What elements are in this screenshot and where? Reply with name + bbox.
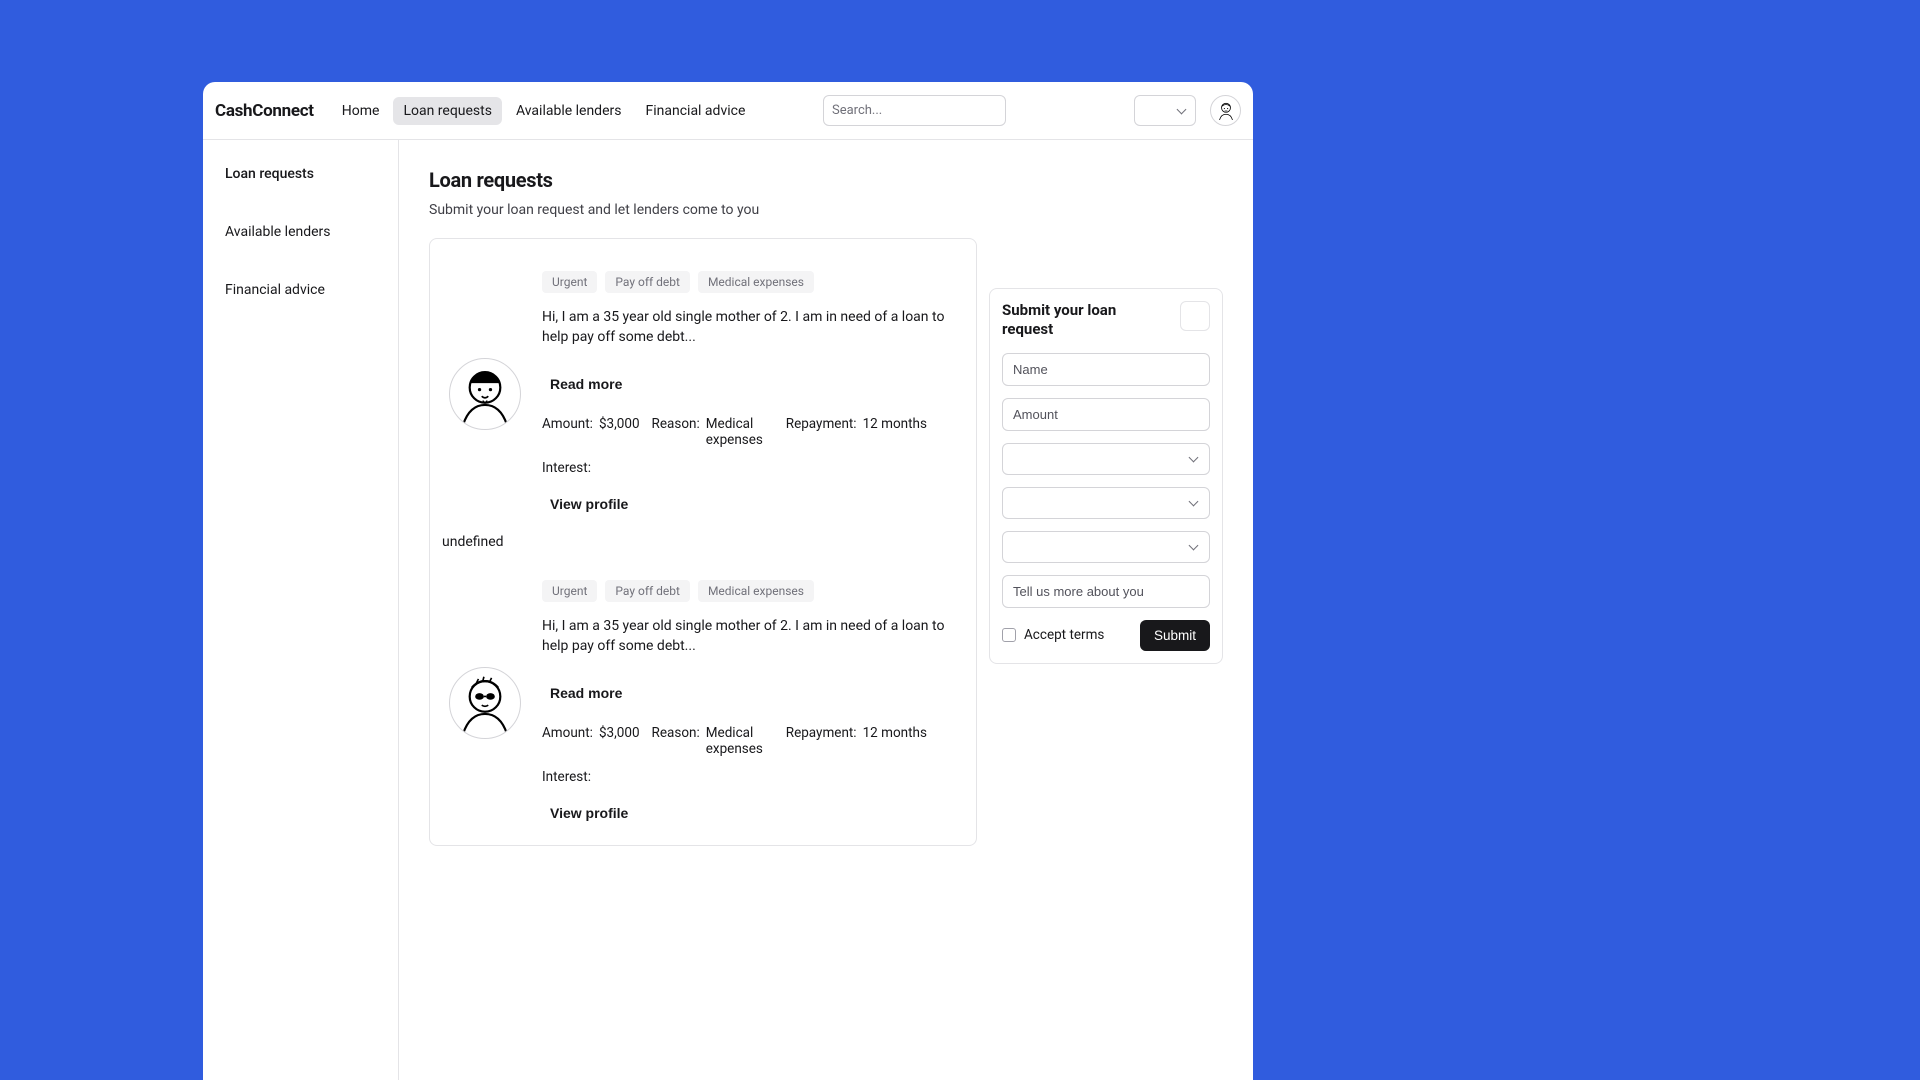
detail-repayment: Repayment: 12 months [786, 725, 927, 757]
detail-reason: Reason: Medical expenses [652, 416, 774, 448]
tag: Pay off debt [605, 580, 690, 602]
person-sunglasses-icon [450, 668, 520, 738]
nav-available-lenders[interactable]: Available lenders [506, 97, 632, 125]
details-row: Amount: $3,000 Reason: Medical expenses … [542, 725, 966, 785]
submit-button[interactable]: Submit [1140, 620, 1210, 651]
nav: Home Loan requests Available lenders Fin… [332, 97, 756, 125]
detail-value: Medical expenses [706, 725, 774, 757]
page-title: Loan requests [429, 168, 977, 192]
person-icon [450, 359, 520, 429]
content: Loan requests Submit your loan request a… [429, 168, 977, 1052]
card-text: Hi, I am a 35 year old single mother of … [542, 307, 966, 348]
detail-label: Repayment: [786, 416, 857, 448]
detail-value: 12 months [863, 725, 927, 757]
detail-interest: Interest: [542, 769, 597, 785]
detail-label: Reason: [652, 725, 700, 757]
app-window: CashConnect Home Loan requests Available… [203, 82, 1253, 1080]
view-profile-button[interactable]: View profile [542, 799, 636, 827]
details-row: Amount: $3,000 Reason: Medical expenses … [542, 416, 966, 476]
detail-value: $3,000 [599, 725, 640, 757]
sidebar-item-financial-advice[interactable]: Financial advice [225, 274, 376, 306]
detail-interest: Interest: [542, 460, 597, 476]
card-avatar [449, 667, 521, 739]
detail-label: Amount: [542, 725, 593, 757]
sidebar-item-available-lenders[interactable]: Available lenders [225, 216, 376, 248]
tag: Urgent [542, 271, 597, 293]
amount-input[interactable] [1002, 398, 1210, 431]
tag: Urgent [542, 580, 597, 602]
tag-list: Urgent Pay off debt Medical expenses [542, 271, 966, 293]
about-input[interactable] [1002, 575, 1210, 608]
form-select-1[interactable] [1002, 443, 1210, 475]
chevron-down-icon [1189, 542, 1199, 552]
logo: CashConnect [215, 101, 314, 121]
detail-label: Interest: [542, 769, 591, 785]
accept-label: Accept terms [1024, 627, 1104, 643]
tag-list: Urgent Pay off debt Medical expenses [542, 580, 966, 602]
chevron-down-icon [1189, 454, 1199, 464]
nav-home[interactable]: Home [332, 97, 390, 125]
detail-value: $3,000 [599, 416, 640, 448]
body: Loan requests Available lenders Financia… [203, 140, 1253, 1080]
panel-title: Submit your loan request [1002, 301, 1122, 339]
form-select-2[interactable] [1002, 487, 1210, 519]
detail-value: Medical expenses [706, 416, 774, 448]
nav-loan-requests[interactable]: Loan requests [393, 97, 502, 125]
sidebar-item-loan-requests[interactable]: Loan requests [225, 158, 376, 190]
search-input[interactable]: Search... [823, 95, 1006, 126]
name-input[interactable] [1002, 353, 1210, 386]
cards-container: Urgent Pay off debt Medical expenses Hi,… [429, 238, 977, 846]
header: CashConnect Home Loan requests Available… [203, 82, 1253, 140]
detail-label: Reason: [652, 416, 700, 448]
detail-label: Amount: [542, 416, 593, 448]
panel-close-button[interactable] [1180, 301, 1210, 331]
main: Loan requests Submit your loan request a… [399, 140, 1253, 1080]
detail-value: 12 months [863, 416, 927, 448]
header-dropdown[interactable] [1134, 95, 1196, 126]
checkbox-icon[interactable] [1002, 628, 1016, 642]
loan-card: Urgent Pay off debt Medical expenses Hi,… [440, 558, 966, 835]
detail-label: Repayment: [786, 725, 857, 757]
undefined-text: undefined [440, 526, 966, 558]
avatar-icon [1213, 98, 1239, 124]
form-select-3[interactable] [1002, 531, 1210, 563]
submit-panel: Submit your loan request Accept terms Su… [989, 288, 1223, 664]
detail-amount: Amount: $3,000 [542, 725, 640, 757]
read-more-button[interactable]: Read more [542, 370, 630, 398]
detail-label: Interest: [542, 460, 591, 476]
view-profile-button[interactable]: View profile [542, 490, 636, 518]
read-more-button[interactable]: Read more [542, 679, 630, 707]
accept-terms[interactable]: Accept terms [1002, 627, 1104, 643]
tag: Pay off debt [605, 271, 690, 293]
loan-card: Urgent Pay off debt Medical expenses Hi,… [440, 249, 966, 526]
tag: Medical expenses [698, 580, 814, 602]
page-subtitle: Submit your loan request and let lenders… [429, 202, 977, 218]
header-avatar[interactable] [1210, 95, 1241, 126]
detail-repayment: Repayment: 12 months [786, 416, 927, 448]
detail-amount: Amount: $3,000 [542, 416, 640, 448]
nav-financial-advice[interactable]: Financial advice [635, 97, 755, 125]
tag: Medical expenses [698, 271, 814, 293]
sidebar: Loan requests Available lenders Financia… [203, 140, 399, 1080]
detail-reason: Reason: Medical expenses [652, 725, 774, 757]
chevron-down-icon [1177, 106, 1187, 116]
card-avatar [449, 358, 521, 430]
card-text: Hi, I am a 35 year old single mother of … [542, 616, 966, 657]
chevron-down-icon [1189, 498, 1199, 508]
